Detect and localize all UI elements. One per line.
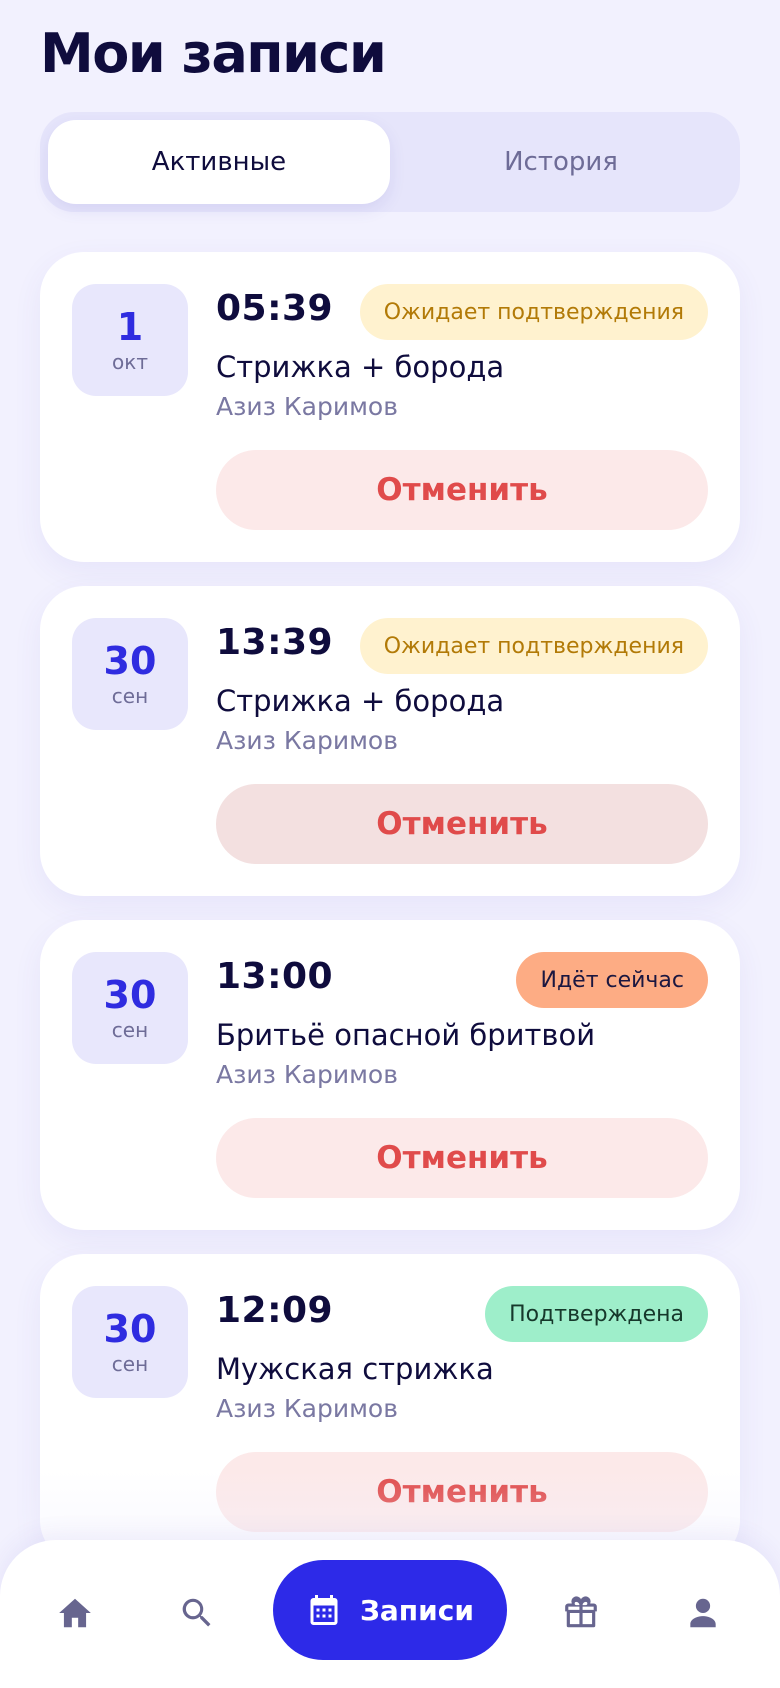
service-name: Стрижка + борода [216, 350, 505, 384]
date-month: сен [111, 1352, 149, 1376]
status-badge: Ожидает подтверждения [359, 284, 708, 340]
date-day: 30 [103, 1307, 157, 1351]
appointment-time: 05:39 [216, 288, 334, 329]
service-name: Мужская стрижка [216, 1352, 494, 1386]
date-day: 30 [103, 639, 157, 683]
nav-search[interactable] [162, 1578, 232, 1648]
appointment-card[interactable]: 30 сен 13:39 Ожидает подтверждения Стриж… [40, 586, 740, 896]
appointment-time: 12:09 [216, 1290, 334, 1331]
nav-appointments-label: Записи [360, 1593, 474, 1627]
master-name: Азиз Каримов [216, 726, 398, 755]
master-name: Азиз Каримов [216, 392, 398, 421]
calendar-icon [310, 1595, 338, 1625]
tab-history[interactable]: История [390, 120, 732, 204]
status-badge: Подтверждена [485, 1286, 708, 1342]
tab-active[interactable]: Активные [48, 120, 390, 204]
date-day: 1 [116, 305, 144, 349]
page-title: Мои записи [40, 22, 387, 85]
gift-icon [565, 1596, 597, 1628]
appointment-time: 13:39 [216, 622, 334, 663]
appointment-time: 13:00 [216, 956, 334, 997]
nav-appointments[interactable]: Записи [273, 1560, 507, 1660]
home-icon [59, 1598, 91, 1628]
service-name: Бритьё опасной бритвой [216, 1018, 596, 1052]
cancel-button[interactable]: Отменить [216, 1118, 708, 1198]
date-month: окт [112, 350, 148, 374]
date-box: 1 окт [72, 284, 188, 396]
status-badge: Ожидает подтверждения [359, 618, 708, 674]
service-name: Стрижка + борода [216, 684, 505, 718]
date-box: 30 сен [72, 952, 188, 1064]
date-month: сен [111, 1018, 149, 1042]
nav-gifts[interactable] [546, 1578, 616, 1648]
appointments-tab-switch: Активные История [40, 112, 740, 212]
date-day: 30 [103, 973, 157, 1017]
bottom-navigation: Записи [0, 1540, 780, 1688]
nav-home[interactable] [40, 1578, 110, 1648]
status-badge: Идёт сейчас [516, 952, 708, 1008]
master-name: Азиз Каримов [216, 1394, 398, 1423]
appointment-card[interactable]: 30 сен 13:00 Идёт сейчас Бритьё опасной … [40, 920, 740, 1230]
date-box: 30 сен [72, 1286, 188, 1398]
nav-profile[interactable] [668, 1578, 738, 1648]
cancel-button[interactable]: Отменить [216, 784, 708, 864]
search-icon [182, 1598, 211, 1627]
date-month: сен [111, 684, 149, 708]
appointment-card[interactable]: 30 сен 12:09 Подтверждена Мужская стрижк… [40, 1254, 740, 1564]
cancel-button[interactable]: Отменить [216, 1452, 708, 1532]
cancel-button[interactable]: Отменить [216, 450, 708, 530]
master-name: Азиз Каримов [216, 1060, 398, 1089]
profile-icon [690, 1598, 716, 1628]
appointment-card[interactable]: 1 окт 05:39 Ожидает подтверждения Стрижк… [40, 252, 740, 562]
date-box: 30 сен [72, 618, 188, 730]
